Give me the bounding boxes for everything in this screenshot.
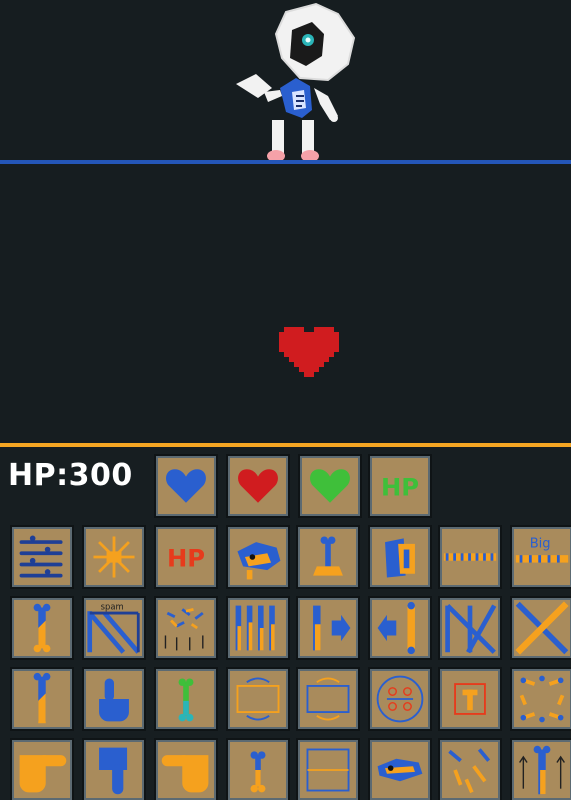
attack-blue-cross-bones-button[interactable] [438,596,502,660]
attack-orange-finger-right-button[interactable] [10,738,74,800]
bone-on-platform-icon [313,536,343,576]
small-bone-icon [250,751,266,793]
orange-t-box-icon [454,683,486,715]
attack-scatter-bones-button[interactable] [438,738,502,800]
attack-bone-rising-button[interactable] [10,667,74,731]
attack-bone-strip-button[interactable] [438,525,502,589]
box-rotate-alt-icon [306,677,350,721]
green-heart-icon [310,469,350,503]
bone-left-arrow-icon [377,601,415,655]
circle-symbols-icon [376,675,424,723]
box-rotate-icon [236,677,280,721]
red-hp-icon: HP [167,543,205,572]
attack-blue-orange-blaster-button[interactable] [368,525,432,589]
blue-soul-mode-button[interactable] [154,454,218,518]
red-soul-mode-button[interactable] [226,454,290,518]
green-hp-button[interactable]: HP [368,454,432,518]
blue-orange-blaster-icon [385,538,415,578]
arena-top-border [0,160,571,164]
red-heart-icon [238,469,278,503]
attack-box-split-button[interactable] [296,738,360,800]
enemy-legs [267,120,319,162]
green-hp-label: HP [381,472,419,501]
attack-orange-finger-left-button[interactable] [154,738,218,800]
attack-big-bone-strip-button[interactable]: Big [510,525,571,589]
blue-heart-icon [166,469,206,503]
blue-finger-down-icon [99,747,128,795]
bone-up-arrows-icon [519,745,565,795]
attack-blaster-head-button[interactable] [368,738,432,800]
red-heart-soul-icon [279,327,339,377]
big-label: Big [530,537,551,552]
attack-green-bone-button[interactable] [154,667,218,731]
battle-arena [0,0,571,444]
attack-small-bone-button[interactable] [226,738,290,800]
tall-bone-icon [33,603,51,653]
attack-box-rotate-alt-button[interactable] [296,667,360,731]
bone-rising-icon [33,672,51,724]
bone-spam-icon: spam [87,601,141,654]
arena-bottom-border [0,443,571,447]
bone-strip-icon [443,553,497,561]
orange-burst-arrows-icon [93,536,135,578]
green-bone-icon [178,678,194,722]
attack-bone-ring-button[interactable] [510,667,571,731]
green-hp-icon: HP [381,472,419,501]
blue-finger-up-icon [99,678,129,722]
attack-blue-finger-up-button[interactable] [82,667,146,731]
attack-bone-spam-button[interactable]: spam [82,596,146,660]
bone-ring-icon [519,675,565,723]
orange-finger-right-icon [19,755,67,793]
green-soul-mode-button[interactable] [298,454,362,518]
attack-orange-t-box-button[interactable] [438,667,502,731]
blaster-head-icon [377,758,423,782]
attack-bone-up-arrows-button[interactable] [510,738,571,800]
falling-bones-icon [164,607,204,651]
bone-wall-icon [235,605,275,651]
spam-label: spam [101,601,124,611]
attack-falling-bones-button[interactable] [154,596,218,660]
hp-counter: HP:300 [8,458,133,493]
blue-cross-bones-icon [445,603,497,654]
box-split-icon [306,748,350,792]
attack-tall-bone-button[interactable] [10,596,74,660]
attack-bone-right-button[interactable] [296,596,360,660]
blue-bone-waves-icon [19,535,63,578]
big-bone-strip-icon: Big [515,537,569,563]
attack-circle-symbols-button[interactable] [368,667,432,731]
gaster-blaster-icon [237,542,281,580]
attack-gaster-blaster-button[interactable] [226,525,290,589]
attack-bone-wall-button[interactable] [226,596,290,660]
attack-orange-burst-button[interactable] [82,525,146,589]
attack-bone-platform-button[interactable] [296,525,360,589]
enemy-body [280,78,312,118]
scatter-bones-icon [448,748,491,794]
attack-blue-finger-down-button[interactable] [82,738,146,800]
attack-blue-bone-waves-button[interactable] [10,525,74,589]
attack-red-hp-button[interactable]: HP [154,525,218,589]
attack-box-rotate-button[interactable] [226,667,290,731]
enemy-character [236,2,356,162]
enemy-head [274,2,356,82]
orange-cross-bones-icon [515,601,569,655]
attack-orange-cross-bones-button[interactable] [510,596,571,660]
orange-finger-left-icon [161,755,209,793]
attack-bone-left-button[interactable] [368,596,432,660]
bone-right-arrow-icon [313,605,351,651]
red-hp-label: HP [167,543,205,572]
